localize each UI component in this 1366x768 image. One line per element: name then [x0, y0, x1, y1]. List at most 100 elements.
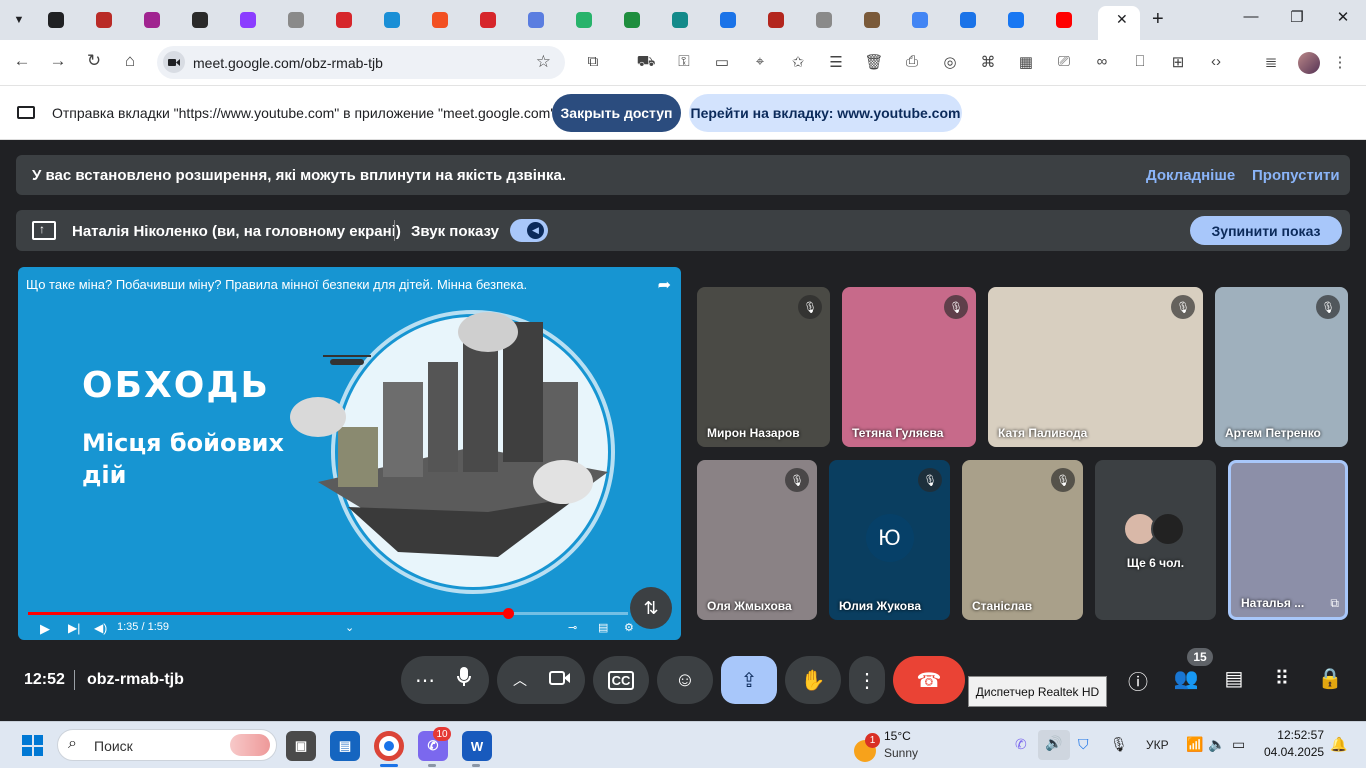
browser-tab[interactable] [326, 6, 372, 34]
browser-tab[interactable] [614, 6, 660, 34]
maximize-icon[interactable]: ❐ [1282, 8, 1312, 26]
go-to-tab-button[interactable]: Перейти на вкладку: www.youtube.com [689, 94, 962, 132]
autoplay-toggle-icon[interactable]: ⊸ [568, 621, 577, 634]
info-icon[interactable]: ⓘ [1123, 666, 1153, 695]
browser-tab[interactable] [278, 6, 324, 34]
devices-icon[interactable]: ⎕ [1130, 53, 1150, 70]
browser-tab[interactable] [182, 6, 228, 34]
browser-tab[interactable] [518, 6, 564, 34]
reader-icon[interactable]: ☰ [826, 53, 846, 71]
captions-button[interactable]: CC [593, 656, 649, 704]
translate-icon[interactable]: ⌘ [978, 53, 998, 71]
swap-layout-icon[interactable]: ⇅ [630, 587, 672, 629]
chevron-down-icon[interactable]: ⌄ [345, 621, 354, 634]
key-icon[interactable]: ⚿ [674, 53, 694, 70]
video-title[interactable]: Що таке міна? Побачивши міну? Правила мі… [26, 277, 527, 292]
browser-tab[interactable] [902, 6, 948, 34]
meet-camera-icon[interactable] [163, 51, 185, 73]
taskbar-search[interactable]: ⌕ Поиск [57, 729, 277, 761]
microphone-icon[interactable] [457, 667, 471, 693]
media-control-icon[interactable]: ≣ [1261, 53, 1281, 71]
chrome-icon[interactable] [374, 731, 404, 761]
participant-tile[interactable]: 🎙 Катя Паливода [988, 287, 1203, 447]
play-icon[interactable]: ▶ [40, 621, 50, 637]
browser-tab[interactable] [374, 6, 420, 34]
participant-tile[interactable]: Ще 6 чол. [1095, 460, 1216, 620]
table-icon[interactable]: ⊞ [1168, 53, 1188, 71]
windows-start-icon[interactable] [22, 735, 43, 756]
raise-hand-button[interactable]: ✋ [785, 656, 841, 704]
share-icon[interactable]: ➦ [658, 275, 671, 295]
emoji-button[interactable]: ☺ [657, 656, 713, 704]
browser-tab[interactable] [998, 6, 1044, 34]
word-icon[interactable]: W [462, 731, 492, 761]
browser-tab[interactable] [950, 6, 996, 34]
browser-tab[interactable] [230, 6, 276, 34]
mic-tray-icon[interactable]: 🎙 [1110, 736, 1128, 753]
share-audio-toggle[interactable]: ◀ [510, 219, 548, 242]
star-ext-icon[interactable]: ✩ [788, 53, 808, 71]
task-view-icon[interactable]: ▣ [286, 731, 316, 761]
browser-tab[interactable] [566, 6, 612, 34]
location-icon[interactable]: ⌖ [750, 53, 770, 70]
leave-call-button[interactable]: ☎ [893, 656, 965, 704]
activities-icon[interactable]: ⠿ [1267, 666, 1297, 691]
volume-icon[interactable]: 🔈 [1208, 736, 1225, 753]
taskbar-time[interactable]: 12:52:57 [1268, 728, 1324, 742]
video-options-button[interactable]: ︿ [497, 656, 585, 704]
browser-tab[interactable] [422, 6, 468, 34]
learn-more-link[interactable]: Докладніше [1146, 167, 1235, 184]
participant-tile[interactable]: Наталья ... ⧉ [1228, 460, 1348, 620]
profile-avatar[interactable] [1298, 52, 1320, 74]
language-indicator[interactable]: УКР [1146, 738, 1169, 752]
close-tab-icon[interactable]: ✕ [1116, 11, 1128, 28]
audio-options-button[interactable]: ⋯ [401, 656, 489, 704]
url-text[interactable]: meet.google.com/obz-rmab-tjb [193, 55, 383, 71]
video-progress-knob[interactable] [503, 608, 514, 619]
chevron-up-icon[interactable]: ︿ [513, 670, 527, 690]
extensions-icon[interactable]: ⧉ [583, 53, 603, 70]
store-icon[interactable]: ▤ [330, 731, 360, 761]
settings-gear-icon[interactable]: ⚙ [624, 621, 634, 634]
host-controls-icon[interactable]: 🔒 [1315, 666, 1345, 691]
skip-link[interactable]: Пропустити [1252, 167, 1340, 184]
minimize-icon[interactable]: — [1236, 8, 1266, 25]
browser-tab[interactable] [710, 6, 756, 34]
participant-tile[interactable]: Ю 🎙 Юлия Жукова [829, 460, 950, 620]
qr-icon[interactable]: ▦ [1016, 53, 1036, 71]
more-options-button[interactable]: ⋮ [849, 656, 885, 704]
browser-tab[interactable] [134, 6, 180, 34]
security-tray-icon[interactable]: ⛉ [1078, 736, 1089, 753]
subtitles-icon[interactable]: ▤ [598, 621, 608, 634]
browser-tab[interactable] [470, 6, 516, 34]
browser-tab[interactable] [854, 6, 900, 34]
taskbar-date[interactable]: 04.04.2025 [1264, 745, 1324, 759]
print-icon[interactable]: ⎙ [902, 53, 922, 70]
card-icon[interactable]: ▭ [712, 53, 732, 71]
back-icon[interactable]: ← [10, 51, 34, 71]
participant-tile[interactable]: 🎙 Тетяна Гуляєва [842, 287, 976, 447]
browser-tab[interactable] [86, 6, 132, 34]
browser-tab[interactable] [38, 6, 84, 34]
browser-tab[interactable] [662, 6, 708, 34]
participant-tile[interactable]: 🎙 Станіслав [962, 460, 1083, 620]
reading-mode-icon[interactable]: ⎚ [1054, 53, 1074, 70]
address-bar[interactable]: meet.google.com/obz-rmab-tjb ☆ [157, 46, 565, 79]
code-icon[interactable]: ‹› [1206, 53, 1226, 70]
tab-search-button[interactable]: ▼ [6, 8, 32, 32]
battery-icon[interactable]: ▭ [1232, 736, 1245, 753]
browser-tab[interactable] [1046, 6, 1092, 34]
present-button[interactable]: ⇪ [721, 656, 777, 704]
forward-icon[interactable]: → [46, 51, 70, 71]
stop-presenting-button[interactable]: Зупинити показ [1190, 216, 1342, 245]
participant-tile[interactable]: 🎙 Мирон Назаров [697, 287, 830, 447]
participant-tile[interactable]: 🎙 Оля Жмыхова [697, 460, 817, 620]
pip-icon[interactable]: ⧉ [1330, 596, 1339, 611]
wifi-icon[interactable]: 📶 [1186, 736, 1203, 753]
reload-icon[interactable]: ↻ [82, 51, 106, 71]
cast-icon[interactable]: ⛟ [636, 53, 656, 72]
search-placeholder[interactable]: Поиск [94, 738, 133, 754]
bookmark-star-icon[interactable]: ☆ [536, 52, 551, 72]
home-icon[interactable]: ⌂ [118, 51, 142, 71]
volume-video-icon[interactable]: ◀) [94, 621, 107, 635]
